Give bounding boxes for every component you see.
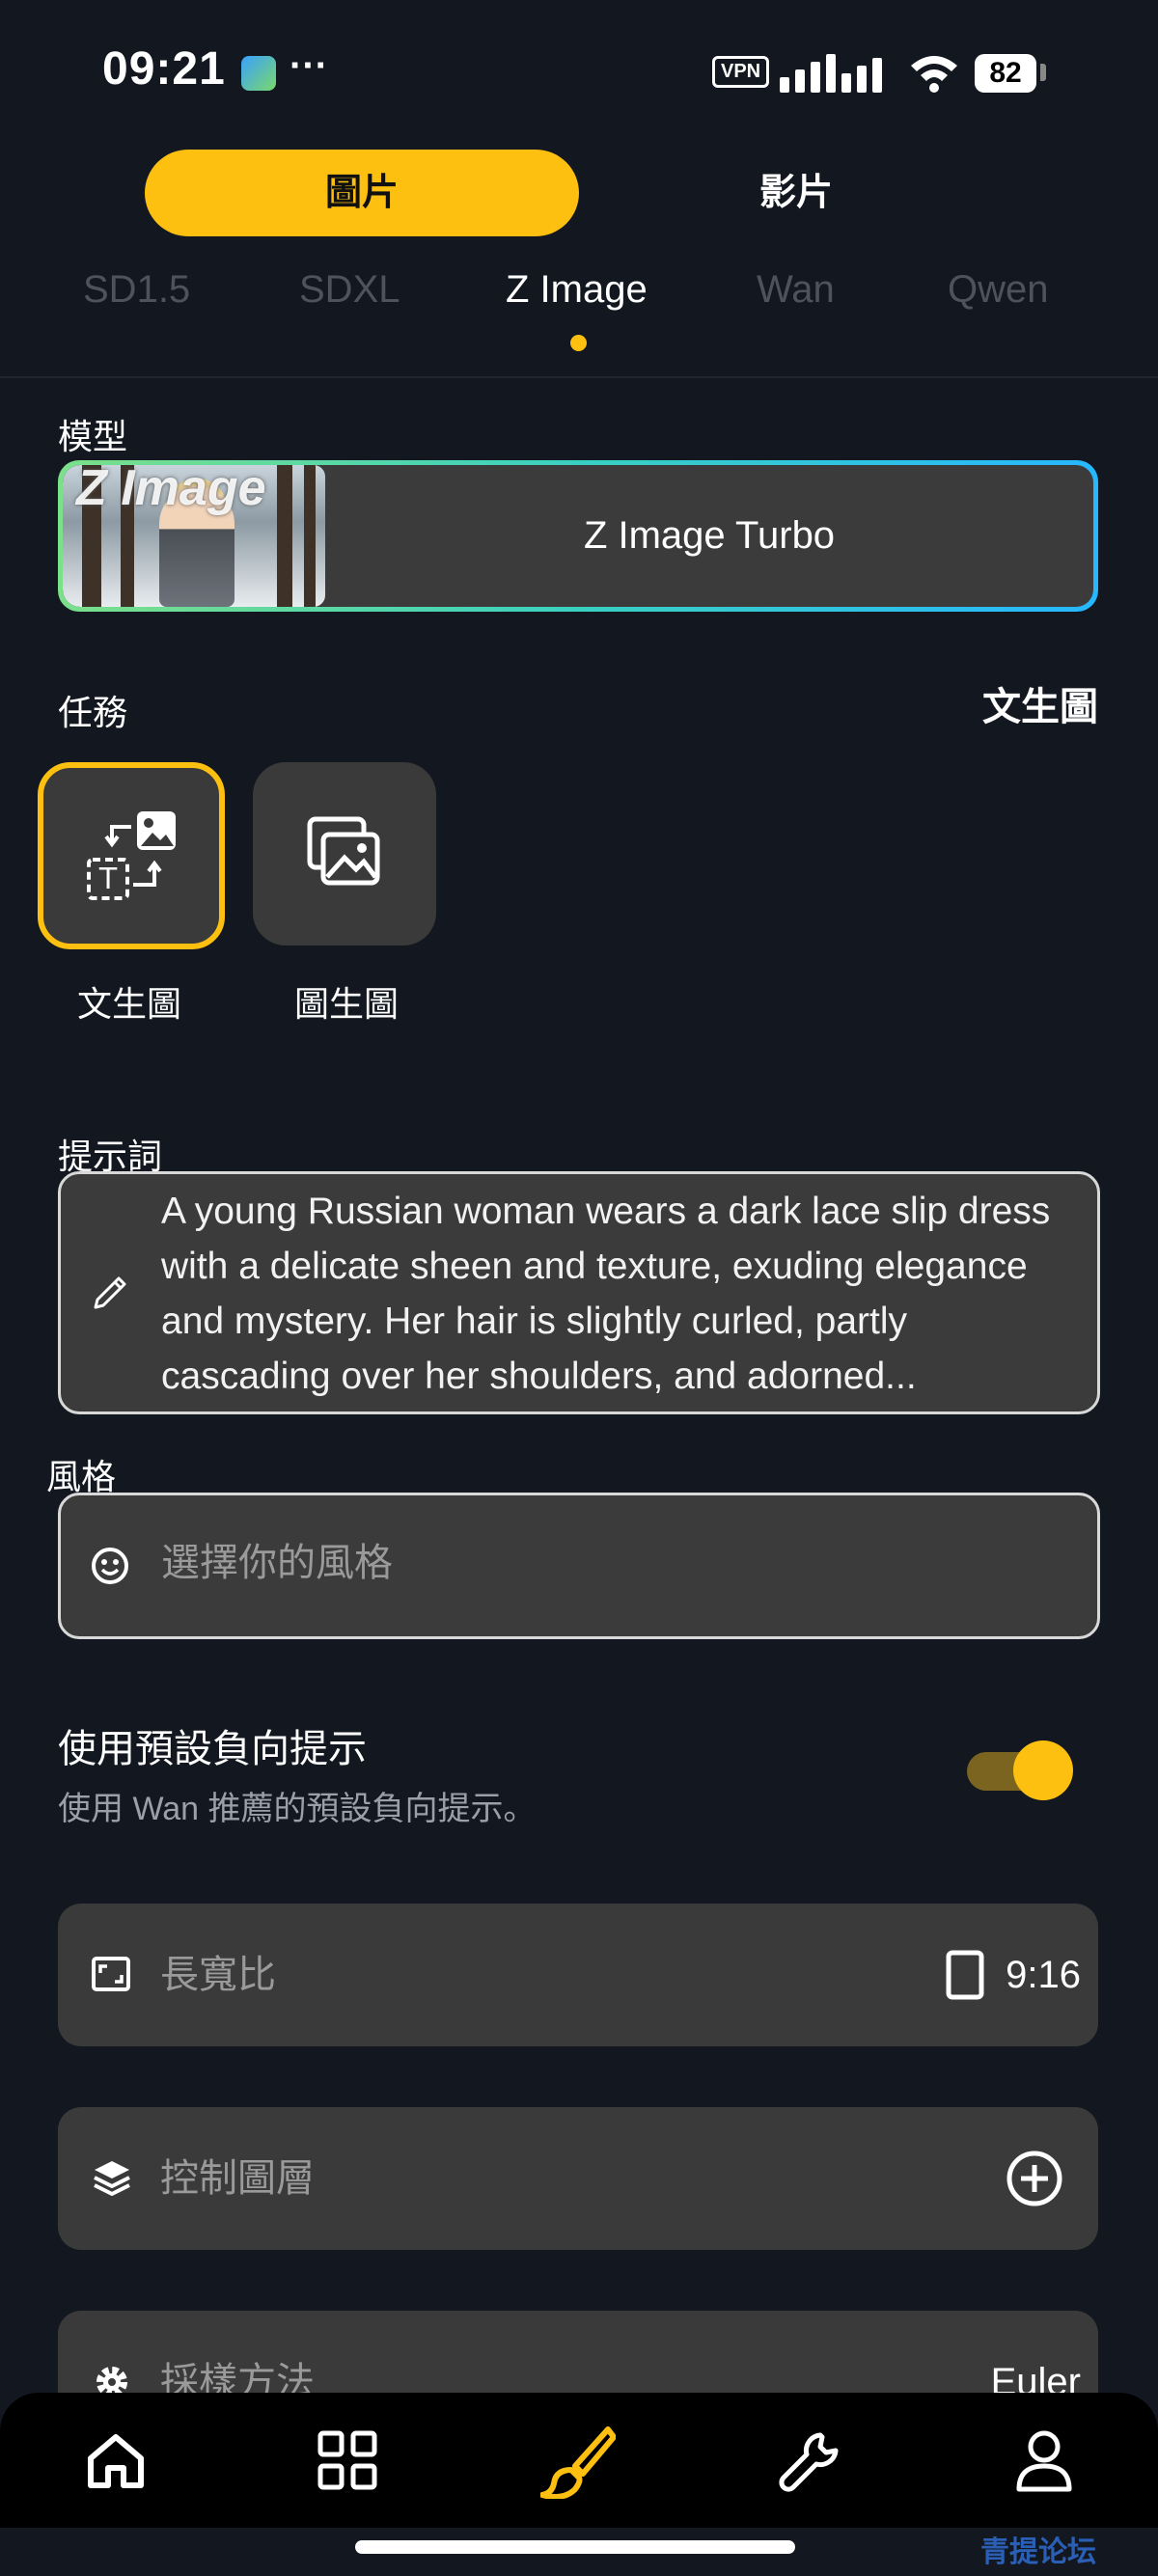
aspect-ratio-icon xyxy=(92,1957,130,1991)
home-icon[interactable] xyxy=(85,2429,147,2491)
prompt-input[interactable]: A young Russian woman wears a dark lace … xyxy=(58,1171,1100,1414)
control-layers-row[interactable]: 控制圖層 xyxy=(58,2107,1098,2250)
portrait-ratio-icon xyxy=(946,1950,984,2000)
task-label: 任務 xyxy=(58,693,128,732)
tab-images[interactable]: 圖片 xyxy=(145,150,579,236)
style-selector[interactable]: 選擇你的風格 xyxy=(58,1493,1100,1639)
aspect-ratio-value: 9:16 xyxy=(1006,1954,1081,1996)
add-circle-icon[interactable] xyxy=(1006,2150,1063,2207)
task-text-to-image-label: 文生圖 xyxy=(76,984,181,1024)
model-selector[interactable]: Z Image Z Image Turbo xyxy=(58,460,1098,612)
more-notifications-icon: ··· xyxy=(290,44,328,87)
signal-icon xyxy=(780,54,882,93)
layers-icon xyxy=(94,2161,130,2196)
model-tab-qwen[interactable]: Qwen xyxy=(948,268,1049,312)
task-current-value: 文生圖 xyxy=(982,686,1098,728)
control-layers-label: 控制圖層 xyxy=(160,2157,315,2200)
text-to-image-icon: T xyxy=(87,811,176,900)
grid-icon[interactable] xyxy=(317,2429,378,2491)
model-label: 模型 xyxy=(58,417,128,456)
style-placeholder: 選擇你的風格 xyxy=(161,1542,393,1584)
profile-icon[interactable] xyxy=(1013,2427,1075,2493)
wifi-icon xyxy=(911,56,957,93)
prompt-text: A young Russian woman wears a dark lace … xyxy=(161,1191,1051,1397)
status-time: 09:21 xyxy=(102,43,226,95)
smiley-icon xyxy=(92,1548,128,1584)
svg-text:T: T xyxy=(98,863,118,896)
negative-prompt-title: 使用預設負向提示 xyxy=(58,1728,367,1770)
model-thumbnail: Z Image xyxy=(63,465,325,607)
home-indicator xyxy=(355,2540,795,2554)
tab-videos[interactable]: 影片 xyxy=(651,150,941,236)
negative-prompt-toggle-knob[interactable] xyxy=(1013,1740,1073,1800)
task-image-to-image-label: 圖生圖 xyxy=(293,984,399,1024)
image-to-image-icon xyxy=(307,816,380,886)
task-image-to-image[interactable] xyxy=(253,762,436,945)
model-thumb-logo: Z Image xyxy=(76,465,266,516)
tabs-divider xyxy=(0,376,1158,378)
model-tab-sdxl[interactable]: SDXL xyxy=(299,268,400,312)
pencil-icon xyxy=(94,1276,126,1309)
negative-prompt-subtitle: 使用 Wan 推薦的預設負向提示。 xyxy=(58,1791,537,1827)
app-notification-icon xyxy=(241,56,276,91)
task-text-to-image[interactable]: T xyxy=(38,762,225,949)
wrench-icon[interactable] xyxy=(778,2429,841,2493)
battery-tip xyxy=(1040,64,1046,81)
model-tab-z-image[interactable]: Z Image xyxy=(506,268,648,312)
brush-icon[interactable] xyxy=(540,2425,616,2499)
watermark: 青提论坛 xyxy=(980,2536,1096,2568)
bottom-navigation xyxy=(0,2393,1158,2528)
aspect-ratio-row[interactable]: 長寬比 9:16 xyxy=(58,1904,1098,2046)
active-tab-indicator xyxy=(570,335,587,351)
battery-indicator: 82 xyxy=(975,54,1036,93)
model-tab-sd15[interactable]: SD1.5 xyxy=(83,268,190,312)
vpn-badge: VPN xyxy=(712,56,770,88)
model-name: Z Image Turbo xyxy=(583,514,836,557)
aspect-ratio-label: 長寬比 xyxy=(160,1954,276,1996)
model-tab-wan[interactable]: Wan xyxy=(757,268,835,312)
